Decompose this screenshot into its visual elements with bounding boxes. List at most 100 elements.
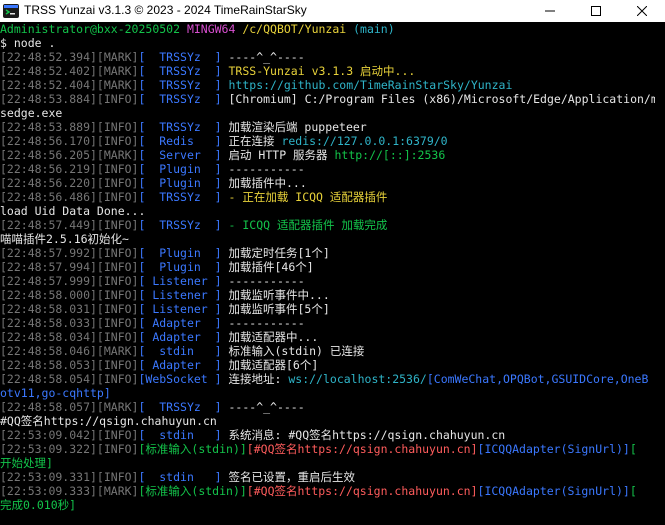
terminal-line: [22:48:57.994][INFO][ Plugin ] 加载插件[46个] — [0, 260, 655, 274]
terminal-line: [22:48:58.046][MARK][ stdin ] 标准输入(stdin… — [0, 344, 655, 358]
log-segment: [22:48:52.402][MARK] — [0, 64, 139, 78]
log-segment: 开始处理] — [0, 456, 53, 470]
log-segment: - 正在加载 ICQQ 适配器插件 — [228, 190, 388, 204]
window-controls — [527, 0, 665, 22]
log-segment: 签名已设置，重启后生效 — [228, 470, 356, 484]
terminal-line: [22:48:56.220][INFO][ Plugin ] 加载插件中... — [0, 176, 655, 190]
log-segment: [ Plugin ] — [138, 176, 229, 190]
log-segment: [22:53:09.333][MARK] — [0, 484, 139, 498]
log-segment: [22:48:58.033][INFO] — [0, 316, 139, 330]
log-segment: [22:48:56.170][INFO] — [0, 134, 139, 148]
log-segment: [ Listener ] — [138, 302, 229, 316]
terminal-window: TRSS Yunzai v3.1.3 © 2023 - 2024 TimeRai… — [0, 0, 665, 525]
log-segment: [ TRSSYz ] — [138, 78, 229, 92]
log-segment: 加载适配器中... — [228, 330, 319, 344]
terminal-line: [22:48:58.000][INFO][ Listener ] 加载监听事件中… — [0, 288, 655, 302]
terminal-line: [22:48:58.054][INFO][WebSocket ] 连接地址: w… — [0, 372, 655, 386]
log-segment: 加载渲染后端 puppeteer — [228, 120, 367, 134]
log-segment: [ TRSSYz ] — [138, 400, 229, 414]
log-segment: [22:48:58.031][INFO] — [0, 302, 139, 316]
title-bar[interactable]: TRSS Yunzai v3.1.3 © 2023 - 2024 TimeRai… — [0, 0, 665, 22]
log-segment: sedge.exe — [0, 106, 63, 120]
log-segment: [22:48:58.053][INFO] — [0, 358, 139, 372]
terminal-line: [22:48:52.402][MARK][ TRSSYz ] TRSS-Yunz… — [0, 64, 655, 78]
log-segment: [22:53:09.331][INFO] — [0, 470, 139, 484]
log-segment: [ Server ] — [138, 148, 229, 162]
maximize-icon — [591, 6, 601, 16]
mintty-app-icon[interactable] — [2, 2, 20, 20]
log-segment: [22:53:09.042][INFO] — [0, 428, 139, 442]
vertical-scrollbar[interactable] — [655, 22, 665, 525]
log-segment: ----------- — [228, 162, 305, 176]
log-segment: [22:48:58.054][INFO] — [0, 372, 139, 386]
log-segment: [ stdin ] — [138, 470, 229, 484]
log-segment: [ TRSSYz ] — [138, 50, 229, 64]
terminal-line: [22:53:09.331][INFO][ stdin ] 签名已设置，重启后生… — [0, 470, 655, 484]
log-segment: #QQ签名https://qsign.chahuyun.cn — [0, 414, 217, 428]
log-segment: [22:48:58.000][INFO] — [0, 288, 139, 302]
log-segment: 加载适配器[6个] — [228, 358, 319, 372]
log-segment: [ Adapter ] — [138, 330, 229, 344]
log-segment: 加载插件中... — [228, 176, 307, 190]
log-segment: [ Adapter ] — [138, 358, 229, 372]
log-segment: $ node . — [0, 36, 56, 50]
terminal-line: [22:48:57.999][INFO][ Listener ] -------… — [0, 274, 655, 288]
log-segment: [ Listener ] — [138, 274, 229, 288]
log-segment: 加载定时任务[1个] — [228, 246, 330, 260]
terminal-line: [22:53:09.322][INFO][标准输入(stdin)][#QQ签名h… — [0, 442, 655, 456]
log-segment: [ — [629, 442, 637, 456]
window-title: TRSS Yunzai v3.1.3 © 2023 - 2024 TimeRai… — [24, 3, 307, 17]
terminal-line: #QQ签名https://qsign.chahuyun.cn — [0, 414, 655, 428]
log-segment: [ Plugin ] — [138, 260, 229, 274]
terminal-line: [22:48:52.394][MARK][ TRSSYz ] ----^_^--… — [0, 50, 655, 64]
terminal-line: [22:48:56.486][INFO][ TRSSYz ] - 正在加载 IC… — [0, 190, 655, 204]
log-segment: 完成0.010秒] — [0, 498, 77, 512]
log-segment: 加载插件[46个] — [228, 260, 314, 274]
log-segment: [22:48:58.046][MARK] — [0, 344, 139, 358]
terminal-line: [22:48:58.057][MARK][ TRSSYz ] ----^_^--… — [0, 400, 655, 414]
log-segment: load Uid Data Done... — [0, 204, 146, 218]
log-segment: [22:48:53.889][INFO] — [0, 120, 139, 134]
terminal-output[interactable]: Administrator@bxx-20250502 MINGW64 /c/QQ… — [0, 22, 655, 525]
terminal-line: [22:48:58.034][INFO][ Adapter ] 加载适配器中..… — [0, 330, 655, 344]
log-segment: [22:48:56.205][MARK] — [0, 148, 139, 162]
log-segment: [ TRSSYz ] — [138, 190, 229, 204]
log-segment: [22:48:56.486][INFO] — [0, 190, 139, 204]
log-segment: [#QQ签名https://qsign.chahuyun.cn] — [246, 442, 478, 456]
terminal-line: [22:53:09.333][MARK][标准输入(stdin)][#QQ签名h… — [0, 484, 655, 498]
log-segment: Administrator@bxx-20250502 — [0, 22, 187, 36]
log-segment: [ Adapter ] — [138, 316, 229, 330]
log-segment: redis://127.0.0.1:6379/0 — [281, 134, 448, 148]
log-segment: 加载监听事件[5个] — [228, 302, 330, 316]
log-segment: [WebSocket ] — [138, 372, 229, 386]
log-segment: https://github.com/TimeRainStarSky/Yunza… — [228, 78, 513, 92]
log-segment: [22:48:58.057][MARK] — [0, 400, 139, 414]
close-icon — [637, 6, 647, 16]
log-segment: [22:48:57.992][INFO] — [0, 246, 139, 260]
log-segment: [ TRSSYz ] — [138, 92, 229, 106]
log-segment: [ — [629, 484, 637, 498]
log-segment: [ stdin ] — [138, 344, 229, 358]
log-segment: MINGW64 — [186, 22, 243, 36]
maximize-button[interactable] — [573, 0, 619, 22]
log-segment: [22:48:57.999][INFO] — [0, 274, 139, 288]
terminal-line: otv11,go-cqhttp] — [0, 386, 655, 400]
log-segment: 系统消息: #QQ签名https://qsign.chahuyun.cn — [228, 428, 506, 442]
log-segment: [ComWeChat,OPQBot,GSUIDCore,OneB — [426, 372, 649, 386]
log-segment: 正在连接 — [228, 134, 282, 148]
terminal-line: [22:48:57.992][INFO][ Plugin ] 加载定时任务[1个… — [0, 246, 655, 260]
minimize-button[interactable] — [527, 0, 573, 22]
terminal-line: 喵喵插件2.5.16初始化~ — [0, 232, 655, 246]
close-button[interactable] — [619, 0, 665, 22]
terminal-line: $ node . — [0, 36, 655, 50]
log-segment: [ Listener ] — [138, 288, 229, 302]
terminal-line: sedge.exe — [0, 106, 655, 120]
log-segment: 启动 HTTP 服务器 — [228, 148, 335, 162]
log-segment: [22:48:53.884][INFO] — [0, 92, 139, 106]
terminal-line: [22:48:56.205][MARK][ Server ] 启动 HTTP 服… — [0, 148, 655, 162]
log-segment: (main) — [353, 22, 395, 36]
log-segment: - ICQQ 适配器插件 加载完成 — [228, 218, 388, 232]
terminal-line: [22:48:52.404][MARK][ TRSSYz ] https://g… — [0, 78, 655, 92]
log-segment: 喵喵插件2.5.16初始化~ — [0, 232, 129, 246]
log-segment: [ TRSSYz ] — [138, 218, 229, 232]
